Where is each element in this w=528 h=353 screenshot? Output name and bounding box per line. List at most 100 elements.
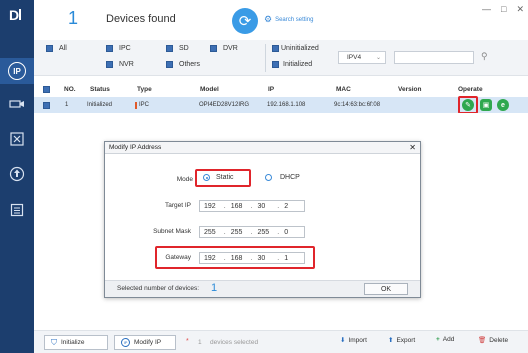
checkbox[interactable] [166,45,173,52]
web-button[interactable]: ▣ [480,99,492,111]
table-row[interactable]: 1 Initialized IPC OPI4ED28V12IRG 192.168… [34,97,528,113]
col-type: Type [137,85,152,93]
bottom-toolbar: ⛉ Initialize IP Modify IP * 1 devices se… [34,330,528,353]
ip-octet: 255 [257,228,270,236]
col-mac: MAC [336,85,351,93]
ip-octet: 0 [284,228,289,236]
filter-initialized[interactable]: Initialized [272,61,312,68]
mode-dhcp-option[interactable]: DHCP [265,174,300,181]
filter-all-label: All [59,45,67,52]
checkbox[interactable] [210,45,217,52]
mode-label: Mode [176,176,193,183]
filter-uninitialized-label: Uninitialized [281,45,319,52]
sidebar-item-tools[interactable] [0,127,34,153]
filter-nvr-label: NVR [119,61,134,68]
filter-all[interactable]: All [46,45,67,52]
row-model: OPI4ED28V12IRG [199,102,250,108]
add-button[interactable]: + Add [436,336,454,343]
row-mac: 9c:14:63:bc:6f:08 [334,102,381,108]
filter-others-label: Others [179,61,201,68]
row-no: 1 [65,102,69,108]
close-icon[interactable]: ✕ [516,4,524,15]
filter-dvr[interactable]: DVR [210,45,238,52]
import-button[interactable]: ⬇ Import [340,336,367,345]
sidebar-item-ip[interactable]: IP [0,58,34,84]
col-version: Version [398,85,422,93]
row-checkbox[interactable] [43,97,50,113]
row-type: IPC [135,97,149,113]
search-setting-link[interactable]: ⚙ Search setting [264,14,313,25]
ip-octet: 30 [257,202,266,210]
ip-octet: 168 [230,202,243,210]
tools-icon [10,132,24,148]
upload-icon [9,166,25,184]
search-input[interactable] [394,51,474,64]
initialize-button[interactable]: ⛉ Initialize [44,335,108,350]
devices-found-label: Devices found [106,13,176,25]
delete-label: Delete [489,336,509,344]
e-button[interactable]: e [497,99,509,111]
checkbox[interactable] [272,61,279,68]
edit-highlight [458,96,478,114]
select-all-checkbox[interactable] [43,82,50,96]
gateway-highlight [155,246,315,269]
sidebar-item-docs[interactable] [0,198,34,224]
top-bar: 1 Devices found ⟳ ⚙ Search setting — □ ✕ [34,0,528,40]
filter-sd[interactable]: SD [166,45,189,52]
checkbox[interactable] [166,61,173,68]
filter-bar: All IPC SD DVR NVR Others Uninitialized … [34,40,528,76]
checkbox[interactable] [106,61,113,68]
filter-ipc[interactable]: IPC [106,45,131,52]
dhcp-label: DHCP [280,174,300,181]
window-controls: — □ ✕ [482,4,524,15]
selected-count: 1 [198,339,202,346]
search-icon[interactable]: ⚲ [481,51,488,62]
ip-version-select[interactable]: IPV4 ⌄ [338,51,386,64]
subnet-mask-label: Subnet Mask [153,228,191,235]
import-label: Import [348,336,367,344]
add-label: Add [442,336,455,343]
plus-icon: + [436,336,440,343]
shield-icon: ⛉ [51,337,57,347]
dialog-titlebar: Modify IP Address ✕ [105,142,420,154]
row-status: Initialized [87,102,113,108]
radio-dhcp[interactable] [265,174,272,181]
filter-uninitialized[interactable]: Uninitialized [272,45,319,52]
col-no: NO. [64,85,76,93]
close-icon[interactable]: ✕ [409,143,416,152]
dialog-footer: Selected number of devices: 1 OK [105,280,420,297]
filter-dvr-label: DVR [223,45,238,52]
static-highlight [195,169,251,187]
col-model: Model [200,85,219,93]
subnet-mask-input[interactable]: 255. 255. 255. 0 [199,226,305,238]
ok-button[interactable]: OK [364,283,408,295]
modify-ip-label: Modify IP [134,339,162,346]
delete-button[interactable]: 🗑 Delete [478,336,509,345]
sidebar-item-upgrade[interactable] [0,162,34,188]
device-count: 1 [68,8,79,28]
camera-icon [9,98,25,113]
refresh-button[interactable]: ⟳ [232,8,258,34]
col-status: Status [90,85,110,93]
sidebar-item-camera[interactable] [0,92,34,118]
modify-ip-button[interactable]: IP Modify IP [114,335,176,350]
ip-octet: 255 [204,228,216,236]
filter-initialized-label: Initialized [283,61,313,68]
e-icon: e [501,101,505,109]
maximize-icon[interactable]: □ [501,4,506,15]
search-setting-label: Search setting [275,16,314,23]
svg-text:D: D [9,7,19,23]
row-ip: 192.168.1.108 [267,102,306,108]
export-button[interactable]: ⬆ Export [388,336,415,345]
checkbox[interactable] [272,45,279,52]
filter-others[interactable]: Others [166,61,200,68]
checkbox[interactable] [106,45,113,52]
filter-nvr[interactable]: NVR [106,61,134,68]
ip-octet: 192 [204,202,216,210]
minimize-icon[interactable]: — [482,4,491,15]
export-icon: ⬆ [388,337,394,344]
target-ip-input[interactable]: 192. 168. 30. 2 [199,200,305,212]
checkbox[interactable] [46,45,53,52]
document-icon [10,203,24,219]
dialog-title: Modify IP Address [109,144,162,151]
